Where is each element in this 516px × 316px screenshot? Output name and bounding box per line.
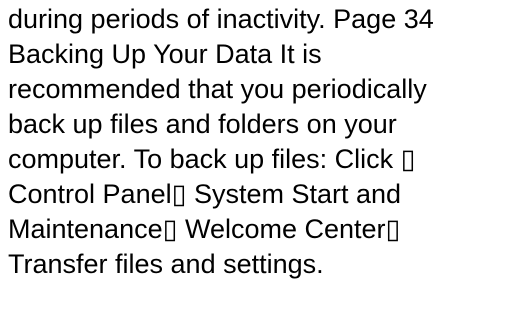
text-line: during periods of inactivity. Page 34 <box>8 4 434 34</box>
document-text: during periods of inactivity. Page 34 Ba… <box>8 2 516 282</box>
text-line: Transfer files and settings. <box>8 249 324 279</box>
text-line: Control Panel▯ System Start and <box>8 179 402 209</box>
text-line: Backing Up Your Data It is <box>8 39 322 69</box>
text-line: back up files and folders on your <box>8 109 397 139</box>
text-line: recommended that you periodically <box>8 74 427 104</box>
text-line: computer. To back up files: Click ▯ <box>8 144 416 174</box>
text-line: Maintenance▯ Welcome Center▯ <box>8 214 401 244</box>
